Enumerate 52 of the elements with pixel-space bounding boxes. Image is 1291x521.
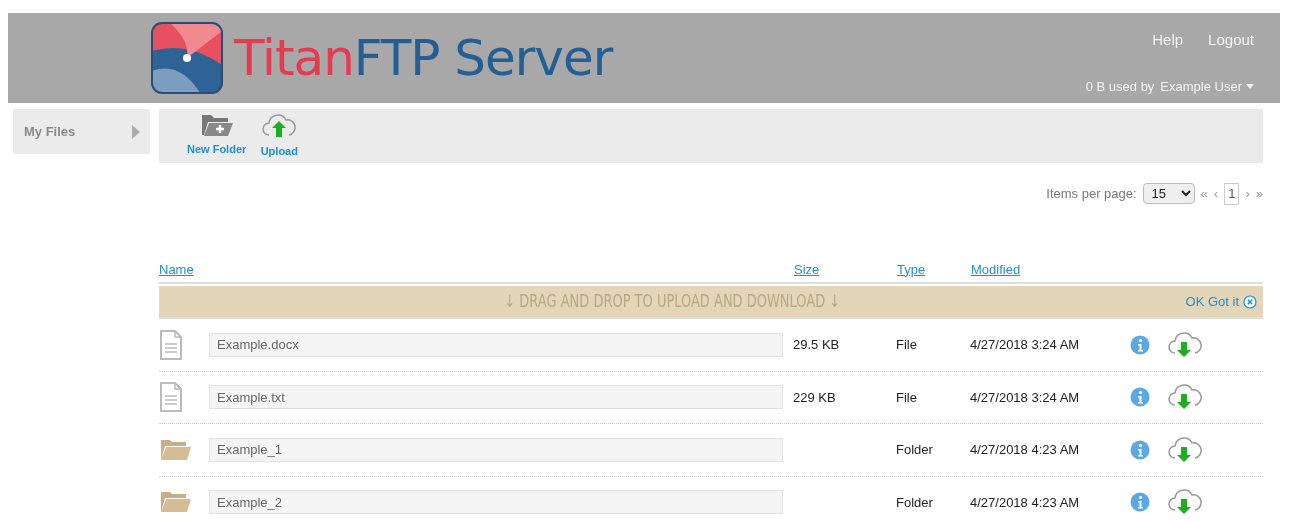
name-field[interactable]: Example_2 — [209, 490, 783, 515]
cloud-download-icon[interactable] — [1166, 489, 1202, 516]
column-header[interactable]: Size — [794, 261, 820, 277]
cloud-download-icon[interactable] — [1166, 436, 1202, 463]
cloud-download-icon[interactable] — [1166, 331, 1202, 358]
modified-text: 4/27/2018 4:23 AM — [970, 494, 1080, 510]
dismiss-button[interactable]: OK Got it — [1185, 291, 1263, 312]
folder-add-icon — [199, 113, 234, 137]
cloud-upload-icon — [260, 113, 299, 139]
document-icon — [160, 329, 182, 360]
chevron-right-icon — [132, 124, 140, 139]
first-page-link[interactable]: « — [1200, 184, 1208, 204]
usage-text: 0 B used by — [1085, 77, 1155, 96]
items-per-page-label: Items per page: — [1046, 185, 1137, 203]
info-icon[interactable] — [1130, 492, 1150, 513]
sidebar-item[interactable]: My Files — [13, 109, 150, 154]
name-field[interactable]: Example.txt — [209, 385, 783, 410]
new-folder-button[interactable]: New Folder — [187, 113, 247, 163]
last-page-link[interactable]: » — [1255, 184, 1263, 204]
folder-icon — [160, 438, 192, 461]
close-icon — [1243, 294, 1257, 309]
caret-icon — [1246, 83, 1254, 89]
type-text: File — [896, 389, 917, 405]
info-icon[interactable] — [1130, 439, 1150, 460]
previous-page-link[interactable]: ‹ — [1213, 184, 1219, 204]
info-icon[interactable] — [1130, 334, 1150, 355]
current-page[interactable]: 1 — [1224, 183, 1240, 205]
column-header[interactable]: Type — [897, 261, 926, 277]
modified-text: 4/27/2018 4:23 AM — [970, 442, 1080, 457]
size-text: 229 KB — [793, 389, 836, 405]
type-text: File — [896, 337, 917, 352]
column-header[interactable]: Modified — [971, 261, 1021, 277]
info-icon[interactable] — [1130, 387, 1150, 408]
type-text: Folder — [896, 494, 933, 510]
column-header[interactable]: Name — [159, 261, 194, 277]
type-text: Folder — [896, 442, 933, 457]
size-text: 29.5 KB — [793, 337, 840, 352]
logo-icon — [150, 21, 224, 95]
upload-button[interactable]: Upload — [260, 113, 299, 163]
folder-icon — [160, 491, 192, 514]
modified-text: 4/27/2018 3:24 AM — [970, 389, 1080, 405]
name-field[interactable]: Example.docx — [209, 332, 783, 357]
header-link[interactable]: Help — [1152, 29, 1184, 52]
name-field[interactable]: Example_1 — [209, 437, 783, 462]
next-page-link[interactable]: › — [1245, 184, 1250, 204]
user-menu[interactable]: Example User — [1160, 76, 1254, 96]
document-icon — [160, 382, 182, 413]
logo-text: TitanFTP Server — [234, 33, 613, 83]
modified-text: 4/27/2018 3:24 AM — [970, 337, 1080, 352]
cloud-download-icon[interactable] — [1166, 384, 1202, 411]
page-size-select[interactable]: 15 — [1142, 183, 1195, 205]
header-link[interactable]: Logout — [1208, 29, 1254, 52]
